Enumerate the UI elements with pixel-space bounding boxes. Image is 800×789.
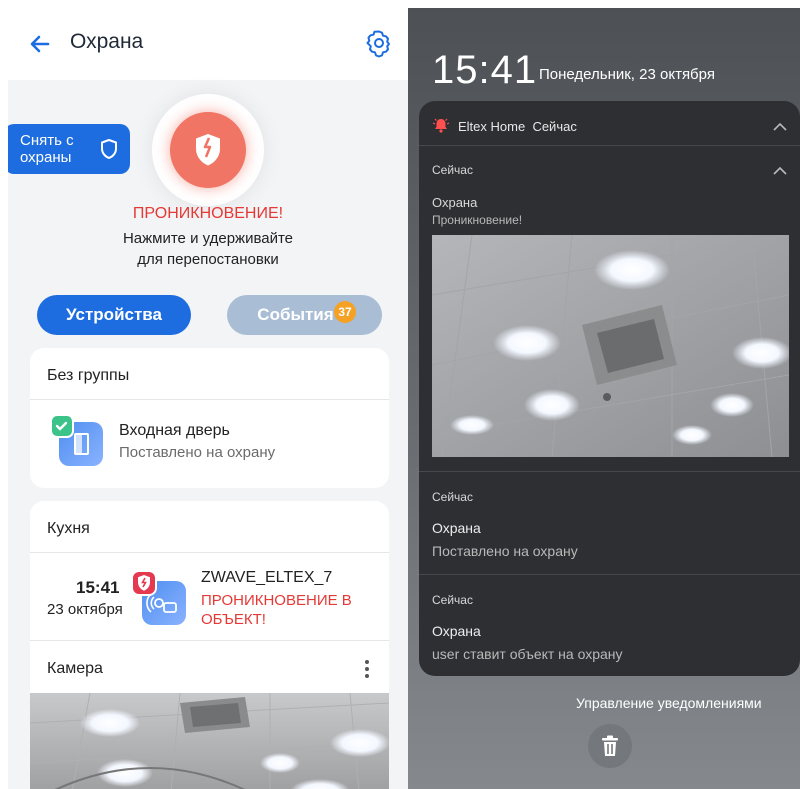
event-time: 15:41 xyxy=(76,578,120,597)
lock-date: Понедельник, 23 октября xyxy=(539,66,715,83)
rearm-hint-text: Нажмите и удерживайте для перепостановки xyxy=(122,230,294,268)
collapse-chevron-icon[interactable] xyxy=(772,122,788,132)
alarm-badge-icon xyxy=(131,570,157,596)
camera-preview[interactable] xyxy=(30,693,389,789)
notif-when: Сейчас xyxy=(432,490,473,504)
group-title: Кухня xyxy=(47,520,90,537)
back-arrow-icon[interactable] xyxy=(26,30,54,58)
manage-notifications-link[interactable]: Управление уведомлениями xyxy=(576,695,762,711)
device-name: ZWAVE_ELTEX_7 xyxy=(201,569,333,586)
alarm-button[interactable] xyxy=(152,94,264,206)
device-alarm-status: ПРОНИКНОВЕНИЕ В ОБЪЕКТ! xyxy=(201,592,352,628)
ceiling-image xyxy=(30,693,389,789)
clear-notifications-button[interactable] xyxy=(588,724,632,768)
gear-icon[interactable] xyxy=(364,28,394,58)
app-header: Охрана xyxy=(8,8,408,80)
lockscreen: 15:41 Понедельник, 23 октября Eltex Home… xyxy=(408,8,800,789)
group-card-no-group: Без группы Входная дверь Поставлено на о… xyxy=(30,348,389,488)
notif-title: Охрана xyxy=(432,623,481,639)
notif-when: Сейчас xyxy=(432,163,473,177)
group-title: Без группы xyxy=(47,367,130,384)
armed-badge-icon xyxy=(50,414,74,438)
app-screen: Охрана Снять с охраны ПРОНИКНОВЕНИЕ! Наж… xyxy=(8,8,408,789)
notif-camera-snapshot xyxy=(432,235,789,457)
device-row[interactable]: Входная дверь Поставлено на охрану xyxy=(30,400,389,488)
notif-title: Охрана xyxy=(432,520,481,536)
notification-2[interactable]: Сейчас Охрана Поставлено на охрану xyxy=(419,472,800,574)
disarm-button-label: Снять с охраны xyxy=(20,132,74,166)
collapse-chevron-icon[interactable] xyxy=(772,166,788,176)
event-row[interactable]: 15:41 23 октября ZWAVE_ELTEX_7 ПРОНИКНОВ… xyxy=(30,553,389,639)
screen: Охрана Снять с охраны ПРОНИКНОВЕНИЕ! Наж… xyxy=(0,0,800,789)
camera-title: Камера xyxy=(47,660,103,677)
divider xyxy=(30,640,389,641)
lock-clock: 15:41 xyxy=(432,48,538,92)
notif-app-header: Eltex Home Сейчас xyxy=(458,119,577,134)
notif-title: Охрана xyxy=(432,195,478,210)
broken-shield-icon xyxy=(196,134,220,166)
more-vert-icon[interactable] xyxy=(360,658,374,680)
device-name: Входная дверь xyxy=(119,422,230,439)
notif-body: Поставлено на охрану xyxy=(432,543,578,559)
event-date: 23 октября xyxy=(47,601,123,618)
alarm-indicator xyxy=(170,112,246,188)
notif-app-time: Сейчас xyxy=(532,119,577,134)
notification-1[interactable]: Сейчас Охрана Проникновение! xyxy=(419,146,800,471)
rearm-hint: Нажмите и удерживайте для перепостановки xyxy=(8,228,408,270)
bell-alarm-icon xyxy=(432,118,450,133)
shield-icon xyxy=(101,139,117,159)
notification-group: Eltex Home Сейчас Сейчас Охрана Проникно… xyxy=(419,101,800,676)
intrusion-status: ПРОНИКНОВЕНИЕ! xyxy=(132,205,284,222)
disarm-button[interactable]: Снять с охраны xyxy=(8,124,130,174)
tab-devices[interactable]: Устройства xyxy=(37,295,191,335)
ceiling-snapshot-image xyxy=(432,235,789,457)
events-count-badge: 37 xyxy=(334,301,356,323)
notif-app-name: Eltex Home xyxy=(458,119,526,134)
tab-events[interactable]: События xyxy=(227,295,382,335)
notif-body: user ставит объект на охрану xyxy=(432,646,623,662)
group-card-kitchen: Кухня 15:41 23 октября ZWAVE_ELTEX_7 ПРО… xyxy=(30,501,389,789)
notification-3[interactable]: Сейчас Охрана user ставит объект на охра… xyxy=(419,575,800,676)
device-status: Поставлено на охрану xyxy=(119,444,276,461)
notif-body: Проникновение! xyxy=(432,213,523,227)
page-title: Охрана xyxy=(70,30,144,53)
trash-icon xyxy=(602,735,618,756)
notif-when: Сейчас xyxy=(432,593,473,607)
